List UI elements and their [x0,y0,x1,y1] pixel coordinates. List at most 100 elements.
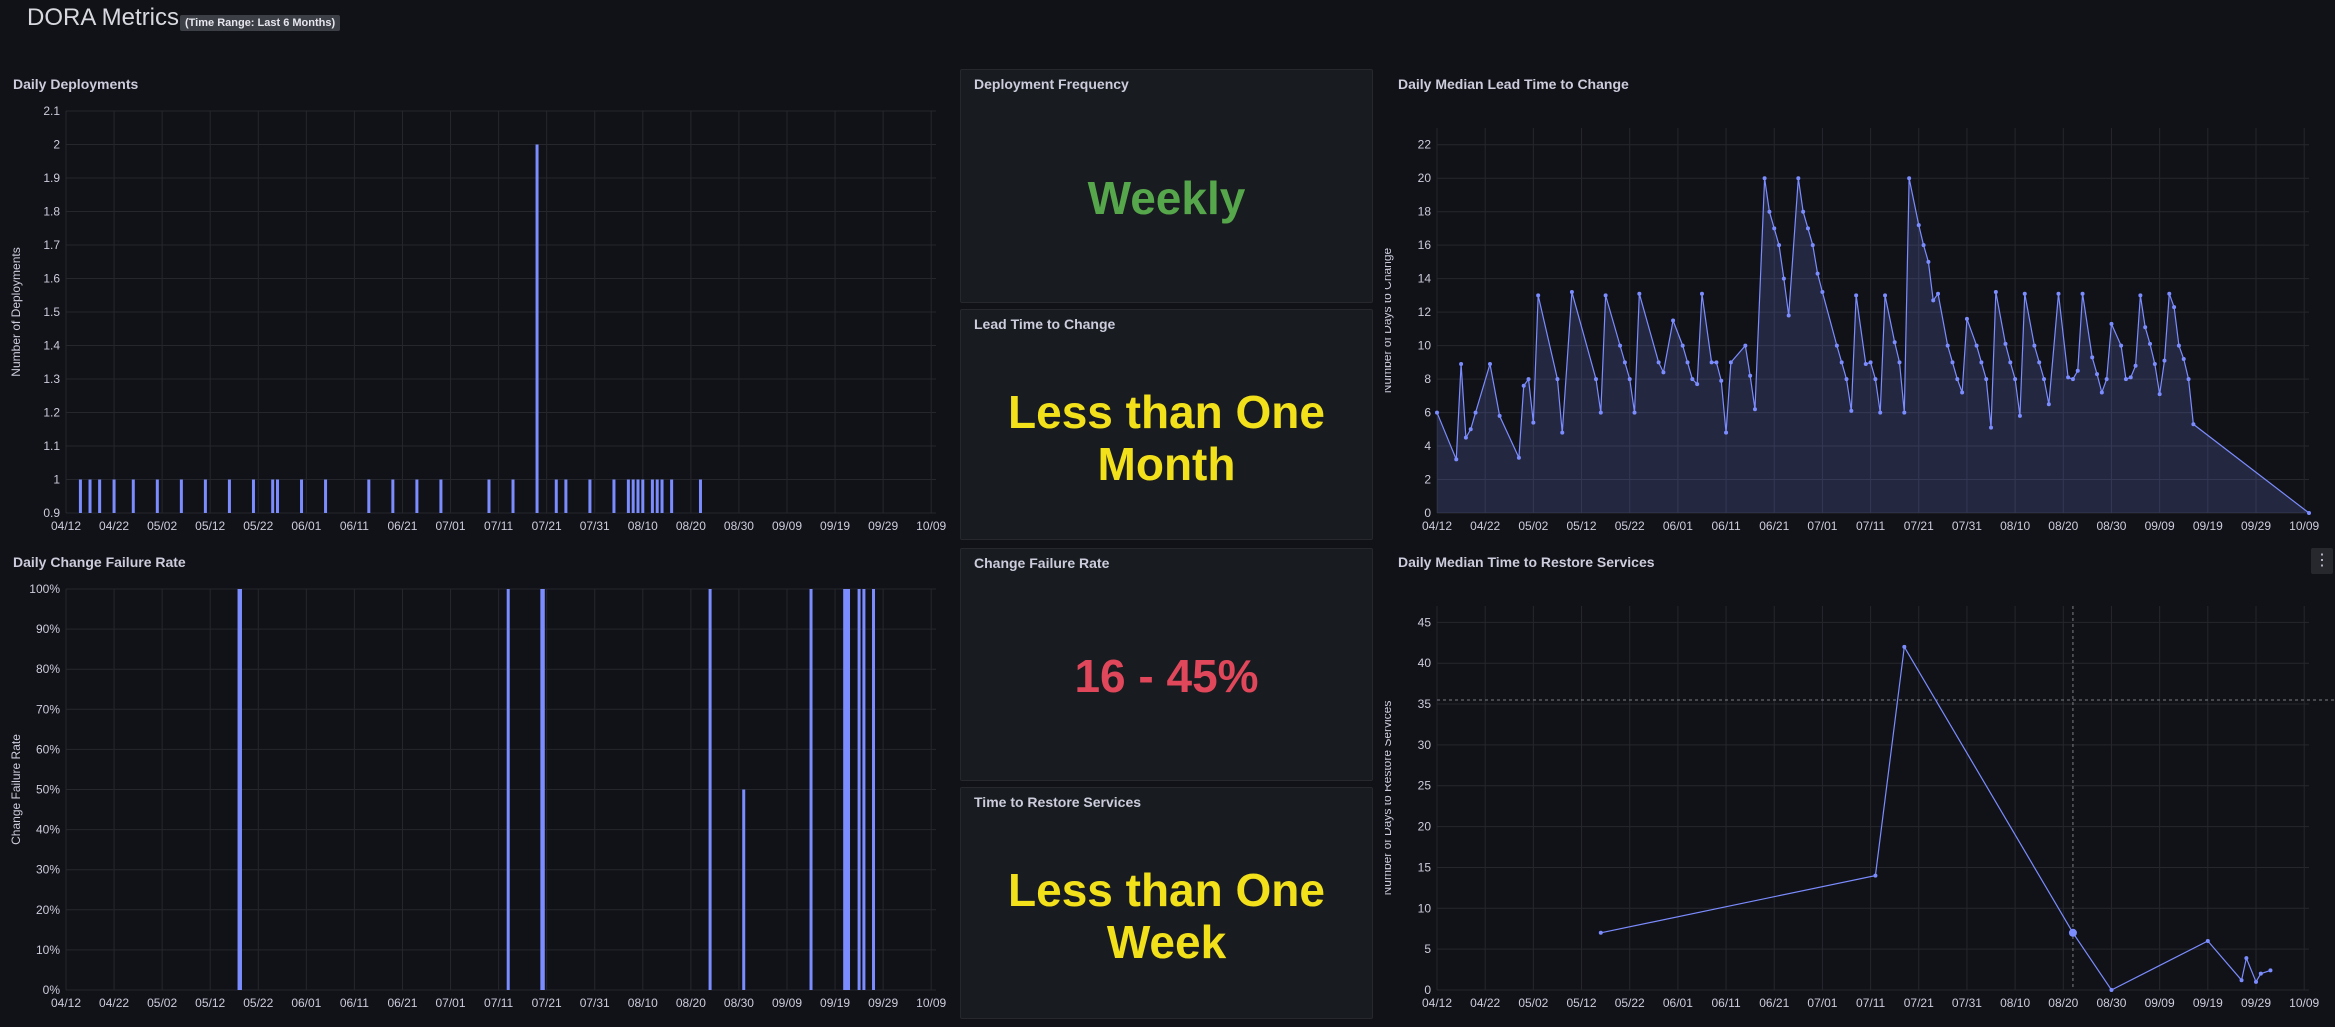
data-point[interactable] [1772,226,1777,231]
data-point[interactable] [1989,425,1994,430]
data-point[interactable] [1762,176,1767,181]
data-point[interactable] [1618,343,1623,348]
data-point[interactable] [2148,341,2153,346]
bar[interactable] [78,479,82,514]
data-point[interactable] [1960,390,1965,395]
data-point[interactable] [1767,209,1772,214]
data-point[interactable] [2191,422,2196,427]
data-point[interactable] [1463,435,1468,440]
data-point[interactable] [2186,377,2191,382]
data-point[interactable] [1627,377,1632,382]
data-point[interactable] [1724,430,1729,435]
bar[interactable] [238,589,242,990]
bar[interactable] [588,479,592,514]
data-point[interactable] [2109,988,2114,992]
data-point[interactable] [1815,271,1820,276]
bar[interactable] [670,479,674,514]
data-point[interactable] [1497,413,1502,418]
panel-daily-median-time-to-restore[interactable]: Daily Median Time to Restore Services ⋮ … [1385,548,2335,1027]
panel-daily-median-lead-time[interactable]: Daily Median Lead Time to Change 0 2 4 6 8 10… [1385,70,2335,540]
data-point[interactable] [2157,392,2162,397]
data-point[interactable] [1728,360,1733,365]
data-point[interactable] [1849,408,1854,413]
data-point[interactable] [1873,377,1878,382]
data-point[interactable] [1993,290,1998,295]
bar[interactable] [203,479,207,514]
data-point[interactable] [1984,377,1989,382]
bar[interactable] [641,479,645,514]
bar[interactable] [112,479,116,514]
data-point[interactable] [1964,316,1969,321]
data-point[interactable] [1598,410,1603,415]
data-point[interactable] [2138,293,2143,298]
data-point[interactable] [1656,360,1661,365]
bar[interactable] [626,479,630,514]
data-point[interactable] [2104,377,2109,382]
bar[interactable] [324,479,328,514]
data-point[interactable] [1569,290,1574,295]
data-point[interactable] [1598,930,1603,935]
bar[interactable] [511,479,515,514]
bar[interactable] [650,479,654,514]
bar[interactable] [271,479,275,514]
data-point[interactable] [1555,377,1560,382]
data-point[interactable] [1907,176,1912,181]
data-point[interactable] [1892,340,1897,345]
bar[interactable] [612,479,616,514]
data-point[interactable] [1955,377,1960,382]
data-point[interactable] [1531,420,1536,425]
data-point[interactable] [1680,343,1685,348]
bar[interactable] [131,479,135,514]
data-point[interactable] [1801,209,1806,214]
bar[interactable] [708,589,712,990]
data-point[interactable] [1873,873,1878,878]
data-point[interactable] [2162,358,2167,363]
panel-daily-change-failure-rate[interactable]: Daily Change Failure Rate 0% 10% 20% 30% 40%… [0,548,948,1027]
data-point[interactable] [2307,511,2311,515]
data-point[interactable] [2244,956,2249,961]
data-point[interactable] [1926,259,1931,264]
data-point[interactable] [2008,360,2013,365]
data-point[interactable] [1878,410,1883,415]
data-point[interactable] [2046,402,2051,407]
time-to-restore-chart[interactable]: 0 5 10 15 20 25 30 35 40 45 04/12 04/22 05/02 05/12 05… [1385,548,2335,1027]
data-point[interactable] [1781,276,1786,281]
data-point[interactable] [1945,343,1950,348]
bar[interactable] [391,479,395,514]
bar[interactable] [300,479,304,514]
data-point[interactable] [2066,375,2071,380]
data-point[interactable] [2143,325,2148,330]
data-point[interactable] [2258,971,2263,976]
data-point[interactable] [2181,357,2186,361]
data-point[interactable] [2239,978,2244,983]
data-point[interactable] [2176,343,2181,348]
data-point[interactable] [1714,360,1719,365]
data-point[interactable] [2070,377,2075,382]
data-point[interactable] [2254,979,2259,984]
data-point[interactable] [1516,455,1521,460]
bar[interactable] [698,479,702,514]
panel-change-failure-rate[interactable]: Change Failure Rate 16 - 45% [960,548,1373,781]
data-point[interactable] [2013,377,2018,382]
bar[interactable] [251,479,255,514]
data-point[interactable] [1699,291,1704,296]
lead-time-chart[interactable]: 0 2 4 6 8 10 12 14 16 18 20 22 04/12 04/22 05/02 05/12 0… [1385,70,2335,540]
data-point[interactable] [2167,291,2172,296]
data-point[interactable] [1560,430,1565,435]
data-point[interactable] [1974,343,1979,348]
data-point[interactable] [1844,377,1849,382]
data-point[interactable] [2095,372,2100,377]
bar[interactable] [506,589,510,990]
bar[interactable] [742,789,746,991]
data-point[interactable] [1603,293,1608,298]
data-point[interactable] [1685,360,1690,365]
bar[interactable] [660,479,664,514]
data-point[interactable] [2205,938,2210,943]
data-point[interactable] [1521,383,1526,388]
bar[interactable] [862,589,866,990]
data-point[interactable] [1931,298,1936,303]
data-point[interactable] [1622,360,1627,365]
data-point[interactable] [2133,363,2138,368]
data-point[interactable] [1671,318,1676,323]
bar[interactable] [655,479,659,514]
